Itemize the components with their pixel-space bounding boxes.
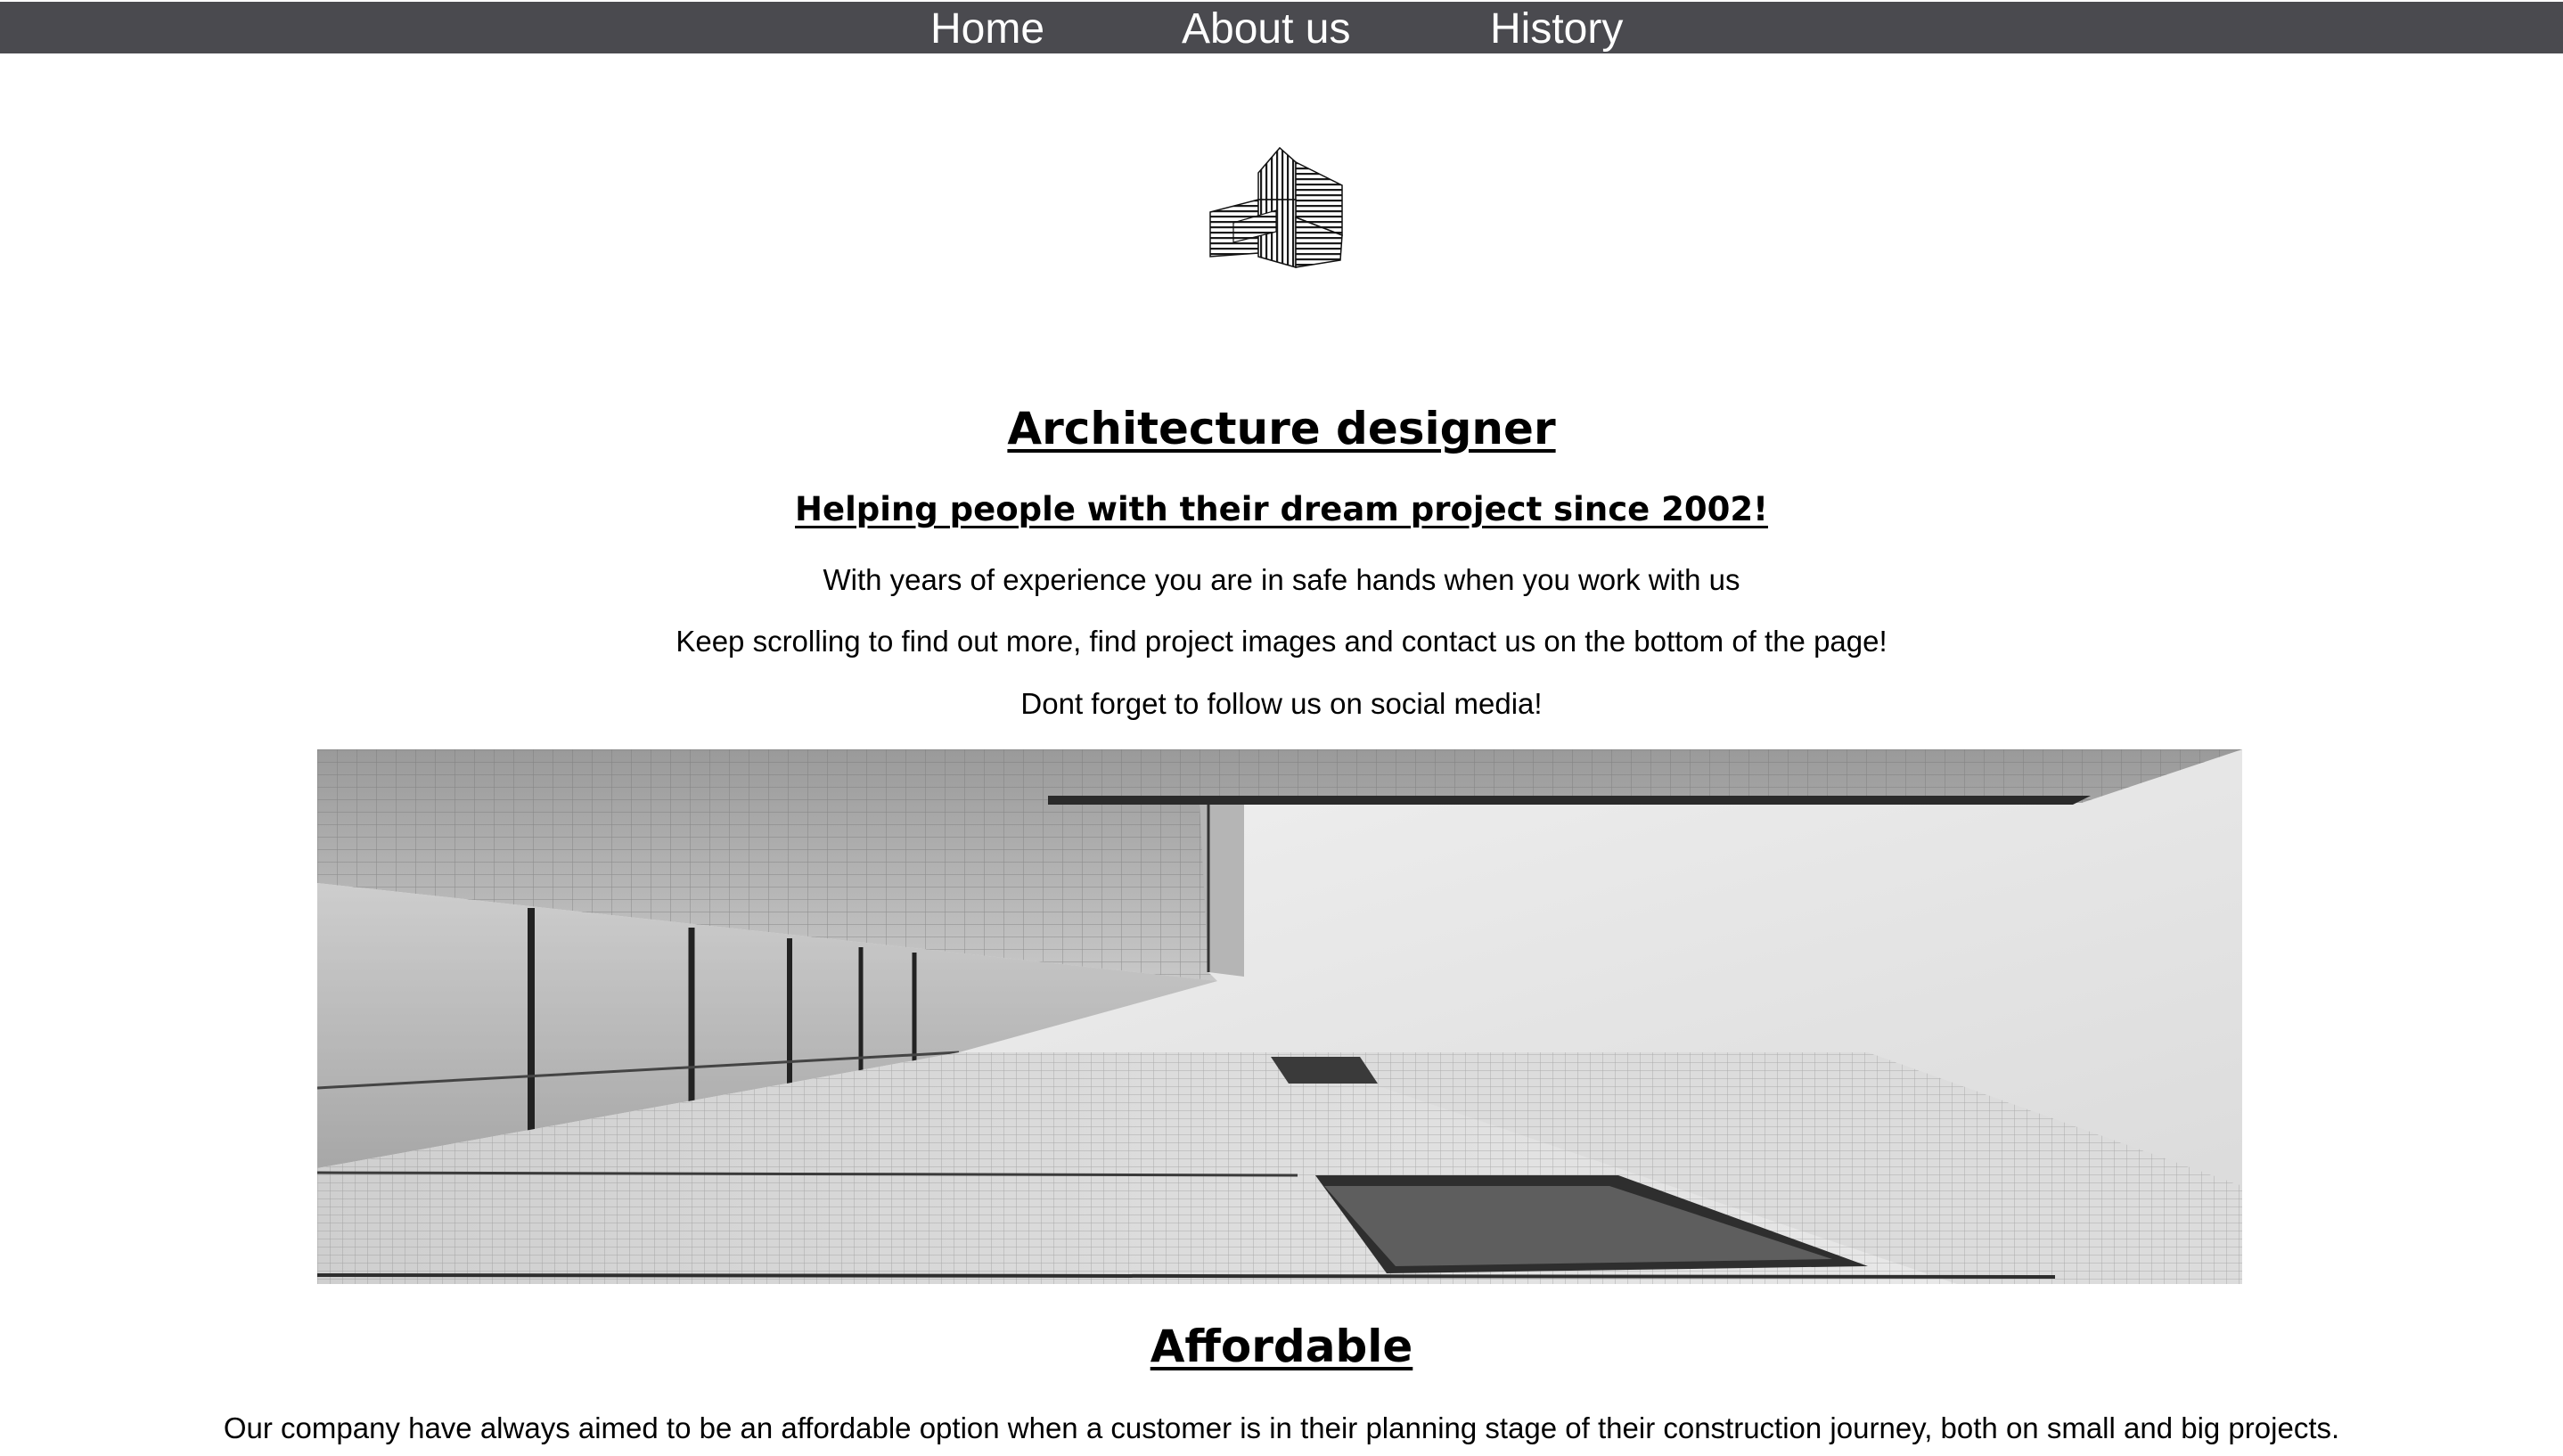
page-title: Architecture designer	[1007, 403, 1556, 454]
nav-link-home[interactable]: Home	[930, 2, 1044, 53]
nav-link-about-us[interactable]: About us	[1182, 2, 1350, 53]
hero-building-image	[317, 749, 2242, 1284]
building-logo-icon	[1207, 146, 1349, 271]
section-title-affordable: Affordable	[1150, 1321, 1413, 1372]
nav-link-history[interactable]: History	[1490, 2, 1623, 53]
page-subtitle: Helping people with their dream project …	[795, 490, 1768, 528]
page: Home About us History Architecture desig…	[0, 0, 2563, 1456]
intro-text-scroll: Keep scrolling to find out more, find pr…	[676, 625, 1887, 658]
intro-text-experience: With years of experience you are in safe…	[823, 563, 1740, 596]
affordable-body-text: Our company have always aimed to be an a…	[223, 1411, 2340, 1444]
top-nav-bar: Home About us History	[0, 2, 2563, 53]
intro-text-social: Dont forget to follow us on social media…	[1020, 687, 1543, 720]
